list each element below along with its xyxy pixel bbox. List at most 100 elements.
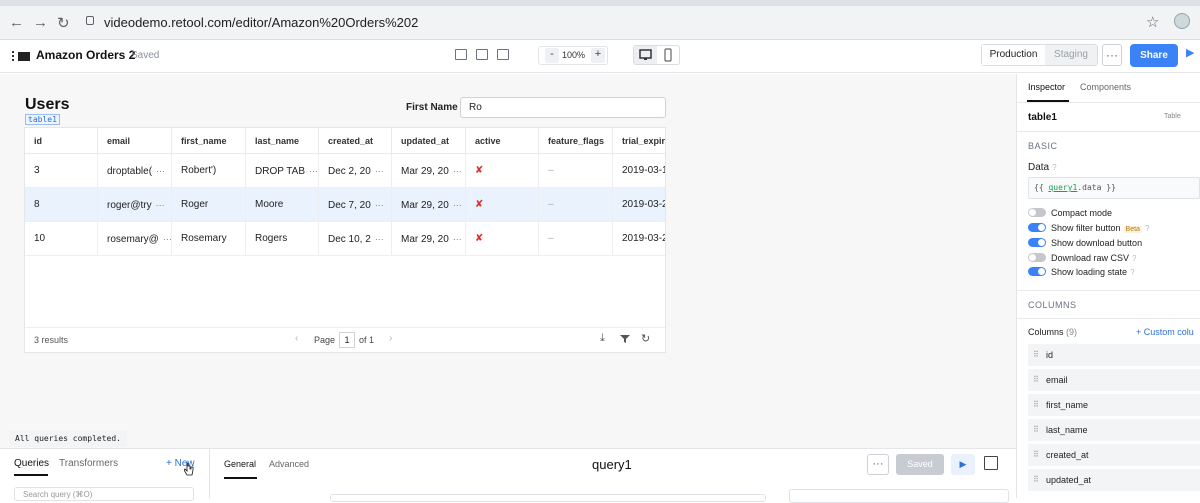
more-options-button[interactable]: ···: [1102, 44, 1122, 66]
query-search-input[interactable]: [789, 489, 1009, 503]
drag-handle-icon[interactable]: ⠿: [1033, 394, 1039, 416]
cell-id[interactable]: 8: [25, 188, 98, 222]
query-name[interactable]: query1: [592, 457, 632, 472]
zoom-out-button[interactable]: -: [545, 48, 559, 63]
share-button[interactable]: Share: [1130, 44, 1178, 67]
cell-email[interactable]: droptable(···: [98, 154, 172, 188]
cell-last-name[interactable]: Rogers: [246, 222, 319, 256]
data-source-input[interactable]: {{ query1.data }}: [1028, 177, 1200, 199]
column-header-feature-flags[interactable]: feature_flags: [539, 128, 613, 154]
drag-handle-icon[interactable]: ⠿: [1033, 469, 1039, 491]
column-header-first-name[interactable]: first_name: [172, 128, 246, 154]
profile-avatar[interactable]: [1174, 13, 1190, 29]
column-item-updated-at[interactable]: ⠿ updated_at: [1028, 469, 1200, 491]
cell-email[interactable]: rosemary@ ···: [98, 222, 172, 256]
columns-section-header[interactable]: COLUMNS: [1028, 300, 1077, 310]
cell-active-false-icon[interactable]: ✘: [466, 222, 539, 256]
cell-trial-expiry[interactable]: 2019-03-2: [613, 222, 665, 256]
app-menu-icon[interactable]: [12, 50, 30, 62]
first-name-input[interactable]: Ro: [460, 97, 666, 118]
cell-created-at[interactable]: Dec 10, 2 ···: [319, 222, 392, 256]
tab-general[interactable]: General: [224, 459, 256, 469]
column-item-last-name[interactable]: ⠿ last_name: [1028, 419, 1200, 441]
drag-handle-icon[interactable]: ⠿: [1033, 369, 1039, 391]
preview-play-icon[interactable]: ▶: [1186, 46, 1194, 59]
tab-queries[interactable]: Queries: [14, 458, 49, 469]
cell-first-name[interactable]: Rosemary: [172, 222, 246, 256]
query-editor[interactable]: [330, 494, 766, 502]
drag-handle-icon[interactable]: ⠿: [1033, 444, 1039, 466]
drag-handle-icon[interactable]: ⠿: [1033, 419, 1039, 441]
show-loading-state-toggle[interactable]: [1028, 267, 1046, 276]
cell-feature-flags[interactable]: –: [539, 188, 613, 222]
cell-trial-expiry[interactable]: 2019-03-2: [613, 188, 665, 222]
column-header-id[interactable]: id: [25, 128, 98, 154]
next-page-icon[interactable]: ›: [389, 333, 392, 344]
cell-updated-at[interactable]: Mar 29, 20 ···: [392, 188, 466, 222]
filter-icon[interactable]: [620, 334, 630, 344]
cell-created-at[interactable]: Dec 2, 20 ···: [319, 154, 392, 188]
tab-inspector[interactable]: Inspector: [1028, 82, 1065, 92]
cell-feature-flags[interactable]: –: [539, 222, 613, 256]
basic-section-header[interactable]: BASIC: [1028, 141, 1058, 151]
column-header-active[interactable]: active: [466, 128, 539, 154]
search-query-input[interactable]: Search query (⌘O): [14, 487, 194, 501]
tab-components[interactable]: Components: [1080, 82, 1131, 92]
cell-feature-flags[interactable]: –: [539, 154, 613, 188]
component-name[interactable]: table1: [1028, 112, 1057, 123]
prev-page-icon[interactable]: ‹: [295, 333, 298, 344]
toggle-preview-panel-icon[interactable]: [984, 456, 998, 470]
reload-icon[interactable]: ↻: [57, 14, 70, 32]
column-header-trial-expiry[interactable]: trial_expiry_: [613, 128, 665, 154]
refresh-icon[interactable]: ↻: [641, 332, 650, 345]
bottom-panel-toggle-icon[interactable]: [476, 49, 488, 60]
forward-icon[interactable]: →: [33, 14, 48, 31]
compact-mode-toggle[interactable]: [1028, 208, 1046, 217]
cell-last-name[interactable]: DROP TAB ···: [246, 154, 319, 188]
back-icon[interactable]: ←: [9, 14, 24, 31]
query-saved-button[interactable]: Saved: [896, 454, 944, 475]
cell-last-name[interactable]: Moore: [246, 188, 319, 222]
cell-active-false-icon[interactable]: ✘: [466, 188, 539, 222]
download-raw-csv-toggle[interactable]: [1028, 253, 1046, 262]
show-download-button-toggle[interactable]: [1028, 238, 1046, 247]
column-item-first-name[interactable]: ⠿ first_name: [1028, 394, 1200, 416]
run-query-icon[interactable]: ▶: [951, 454, 975, 475]
page-number-input[interactable]: 1: [339, 332, 355, 348]
cell-email[interactable]: roger@try ···: [98, 188, 172, 222]
add-custom-column-button[interactable]: + Custom colu: [1136, 327, 1194, 337]
cell-active-false-icon[interactable]: ✘: [466, 154, 539, 188]
column-header-created-at[interactable]: created_at: [319, 128, 392, 154]
download-icon[interactable]: ⤓: [600, 332, 605, 345]
drag-handle-icon[interactable]: ⠿: [1033, 344, 1039, 366]
column-header-updated-at[interactable]: updated_at: [392, 128, 466, 154]
cell-created-at[interactable]: Dec 7, 20 ···: [319, 188, 392, 222]
tab-advanced[interactable]: Advanced: [269, 459, 309, 469]
column-item-id[interactable]: ⠿ id: [1028, 344, 1200, 366]
zoom-in-button[interactable]: +: [591, 48, 605, 63]
cell-first-name[interactable]: Roger: [172, 188, 246, 222]
left-panel-toggle-icon[interactable]: [455, 49, 467, 60]
cell-trial-expiry[interactable]: 2019-03-1: [613, 154, 665, 188]
cell-updated-at[interactable]: Mar 29, 20 ···: [392, 154, 466, 188]
staging-env-button[interactable]: Staging: [1045, 45, 1097, 65]
column-header-last-name[interactable]: last_name: [246, 128, 319, 154]
cell-first-name[interactable]: Robert'): [172, 154, 246, 188]
bookmark-star-icon[interactable]: ☆: [1146, 13, 1159, 31]
cell-id[interactable]: 10: [25, 222, 98, 256]
tab-transformers[interactable]: Transformers: [59, 458, 118, 469]
column-header-email[interactable]: email: [98, 128, 172, 154]
desktop-view-button[interactable]: [634, 46, 657, 64]
users-title[interactable]: Users: [25, 96, 69, 114]
production-env-button[interactable]: Production: [982, 45, 1045, 65]
column-item-created-at[interactable]: ⠿ created_at: [1028, 444, 1200, 466]
mobile-view-icon[interactable]: [662, 48, 674, 62]
cell-id[interactable]: 3: [25, 154, 98, 188]
cell-updated-at[interactable]: Mar 29, 20 ···: [392, 222, 466, 256]
app-title[interactable]: Amazon Orders 2: [36, 48, 135, 62]
show-filter-button-toggle[interactable]: [1028, 223, 1046, 232]
query-more-button[interactable]: ···: [867, 454, 889, 475]
right-panel-toggle-icon[interactable]: [497, 49, 509, 60]
url-text[interactable]: videodemo.retool.com/editor/Amazon%20Ord…: [104, 15, 418, 30]
column-item-email[interactable]: ⠿ email: [1028, 369, 1200, 391]
